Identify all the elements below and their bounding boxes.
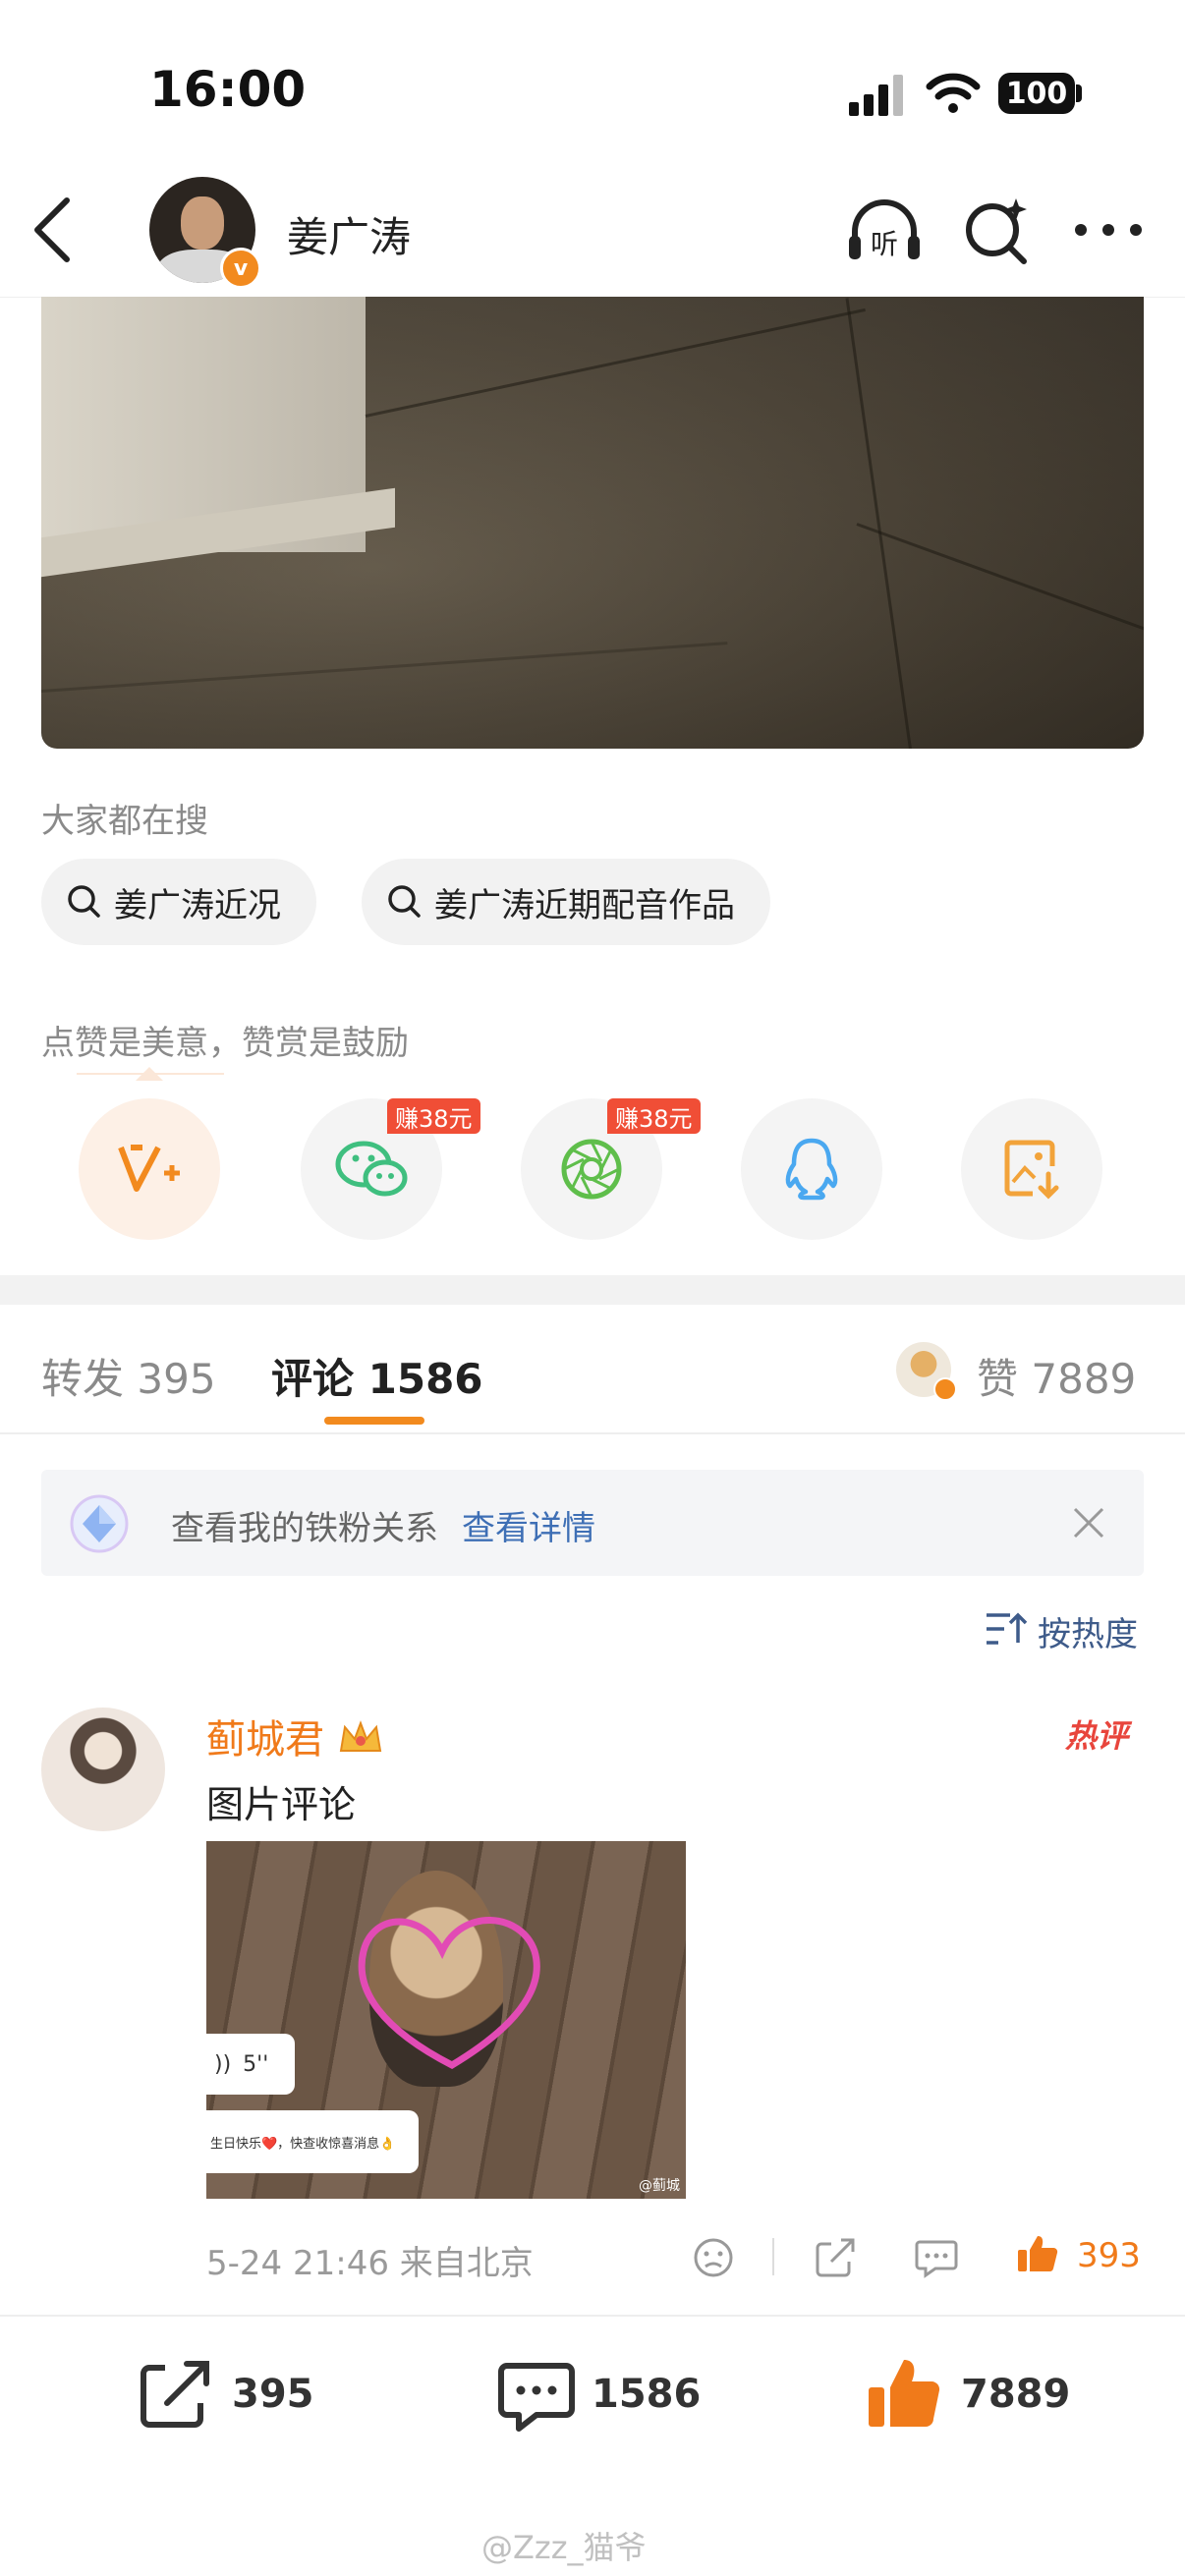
reply-icon[interactable] <box>914 2236 959 2279</box>
comment-meta: 5-24 21:46 来自北京 <box>206 2244 534 2283</box>
like-icon[interactable] <box>865 2354 943 2433</box>
tab-likes-label: 赞 <box>977 1355 1019 1403</box>
image-watermark: @蓟城 <box>639 2178 680 2194</box>
search-chip[interactable]: 姜广涛近况 <box>41 859 316 945</box>
search-section-label: 大家都在搜 <box>41 802 208 841</box>
post-image[interactable] <box>41 297 1144 749</box>
watermark: @Zzz_猫爷 <box>481 2529 647 2566</box>
crown-icon <box>339 1720 381 1752</box>
tab-likes-count: 7889 <box>1031 1355 1137 1403</box>
share-qq-button[interactable] <box>741 1098 882 1240</box>
like-icon[interactable] <box>1016 2232 1059 2275</box>
tab-likes[interactable]: 赞 7889 <box>977 1346 1136 1406</box>
birthday-message-bubble: 生日快乐❤️，快查收惊喜消息👌 <box>206 2110 419 2173</box>
more-icon[interactable] <box>1071 218 1146 242</box>
dislike-face-icon[interactable] <box>692 2236 735 2279</box>
author-name[interactable]: 姜广涛 <box>287 204 411 264</box>
search-chip[interactable]: 姜广涛近期配音作品 <box>362 859 770 945</box>
tab-repost[interactable]: 转发 395 <box>41 1346 216 1406</box>
search-icon <box>388 885 421 918</box>
bottom-like-count[interactable]: 7889 <box>961 2372 1070 2417</box>
photo-floor-seam <box>365 308 866 418</box>
tab-repost-label: 转发 <box>41 1355 125 1403</box>
reward-pointer <box>136 1067 163 1081</box>
vplus-icon <box>118 1145 180 1192</box>
repost-icon[interactable] <box>814 2236 857 2279</box>
moments-icon <box>561 1139 622 1200</box>
search-icon[interactable] <box>961 193 1032 267</box>
tab-repost-count: 395 <box>137 1355 216 1403</box>
comment-like-count: 393 <box>1077 2236 1141 2275</box>
search-chip-label: 姜广涛近况 <box>114 885 281 925</box>
photo-floor-seam <box>856 523 1144 637</box>
svg-text:听: 听 <box>871 228 898 260</box>
repost-icon[interactable] <box>136 2358 214 2433</box>
bottom-bar-divider <box>0 2315 1185 2317</box>
bottom-comment-count[interactable]: 1586 <box>592 2372 701 2417</box>
save-image-button[interactable] <box>961 1098 1102 1240</box>
listen-icon[interactable]: 听 <box>845 196 924 265</box>
verified-badge-icon: v <box>220 248 261 289</box>
qq-icon <box>785 1138 838 1201</box>
heart-doodle <box>358 1917 540 2070</box>
voice-duration: 5'' <box>243 2051 269 2077</box>
tab-comments[interactable]: 评论 1586 <box>271 1346 483 1406</box>
sort-icon[interactable] <box>985 1611 1028 1647</box>
vplus-reward-button[interactable] <box>79 1098 220 1240</box>
voice-message-bubble: )) 5'' <box>206 2034 295 2095</box>
meta-separator <box>772 2238 774 2275</box>
earn-badge: 赚38元 <box>607 1098 701 1134</box>
section-divider <box>0 1275 1185 1305</box>
status-time: 16:00 <box>149 61 307 118</box>
comment-icon[interactable] <box>497 2360 576 2433</box>
close-icon[interactable] <box>1071 1505 1106 1540</box>
back-icon[interactable] <box>28 193 77 267</box>
save-image-icon <box>1004 1140 1059 1200</box>
wifi-icon <box>926 73 981 113</box>
comment-image[interactable]: )) 5'' 生日快乐❤️，快查收惊喜消息👌 @蓟城 <box>206 1841 686 2199</box>
signal-icon <box>849 75 906 116</box>
photo-floor-seam <box>41 642 728 693</box>
tab-comments-label: 评论 <box>271 1355 355 1403</box>
search-chip-label: 姜广涛近期配音作品 <box>434 885 735 925</box>
search-icon <box>68 885 100 918</box>
tab-comments-count: 1586 <box>367 1355 483 1403</box>
fans-relation-text: 查看我的铁粉关系 <box>171 1509 438 1548</box>
hot-comment-badge: 热评 <box>1065 1717 1129 1755</box>
photo-floor-seam <box>845 298 913 749</box>
wechat-icon <box>335 1141 408 1197</box>
liker-verified-icon <box>933 1377 957 1401</box>
comment-text: 图片评论 <box>206 1783 357 1826</box>
battery-icon: 100 <box>998 73 1075 114</box>
diamond-icon <box>70 1494 129 1553</box>
battery-tip <box>1076 84 1082 102</box>
commenter-name[interactable]: 蓟城君 <box>206 1708 384 1764</box>
commenter-avatar[interactable] <box>41 1708 165 1831</box>
sort-by-hot[interactable]: 按热度 <box>1038 1607 1138 1655</box>
fans-relation-link[interactable]: 查看详情 <box>462 1501 595 1549</box>
earn-badge: 赚38元 <box>387 1098 480 1134</box>
commenter-name-text: 蓟城君 <box>206 1717 324 1763</box>
bottom-repost-count[interactable]: 395 <box>232 2372 314 2417</box>
voice-icon: )) <box>214 2051 232 2077</box>
active-tab-indicator <box>324 1417 424 1425</box>
reward-section-label: 点赞是美意，赞赏是鼓励 <box>41 1024 409 1063</box>
fans-relation-bar[interactable]: 查看我的铁粉关系 查看详情 <box>41 1470 1144 1576</box>
tab-divider <box>0 1432 1185 1434</box>
